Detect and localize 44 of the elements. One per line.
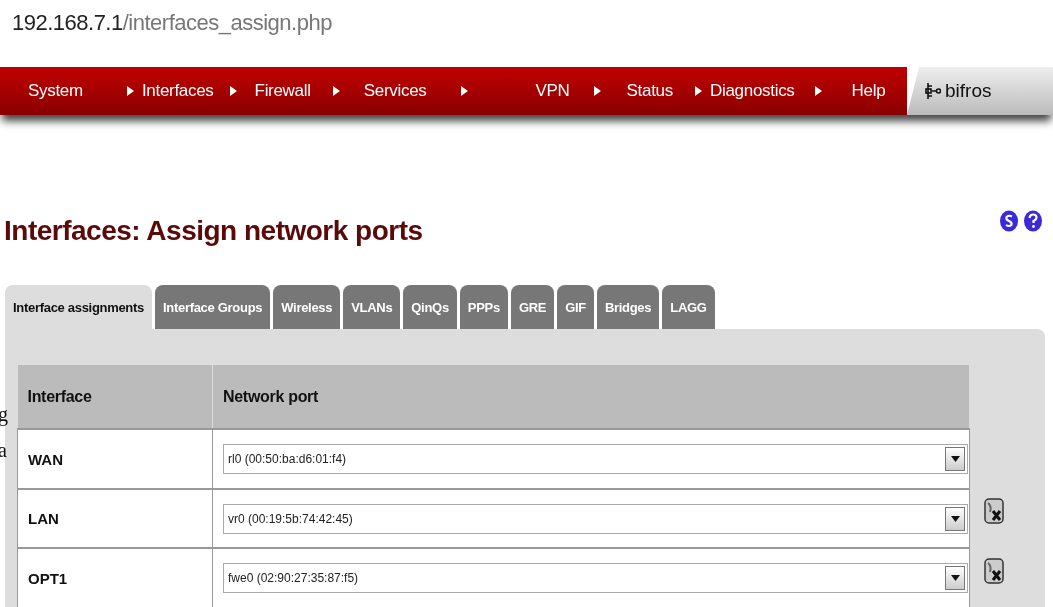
menu-item[interactable]: Help — [851, 81, 886, 101]
menu-item[interactable]: Status — [626, 81, 673, 101]
network-icon — [925, 82, 941, 100]
menu-item[interactable]: VPN — [535, 81, 570, 101]
menu-item[interactable]: Diagnostics — [710, 81, 795, 101]
delete-icon[interactable] — [984, 558, 1004, 584]
tab[interactable]: Wireless — [273, 285, 341, 329]
page-title: Interfaces: Assign network ports — [4, 215, 423, 247]
delete-icon[interactable] — [984, 498, 1004, 524]
address-text[interactable]: 192.168.7.1/interfaces_assign.php — [12, 9, 332, 36]
caret-icon — [695, 86, 702, 96]
tab[interactable]: Interface assignments — [5, 285, 152, 329]
caret-icon — [460, 86, 468, 96]
caret-icon — [229, 86, 237, 96]
tab[interactable]: Bridges — [596, 285, 660, 329]
status-icon[interactable] — [999, 210, 1019, 232]
caret-icon[interactable] — [950, 515, 960, 522]
tab[interactable]: VLANs — [343, 285, 401, 329]
caret-icon — [814, 86, 822, 96]
port-dropdown[interactable]: rl0 (00:50:ba:d6:01:f4) — [223, 444, 968, 475]
tab[interactable]: GRE — [510, 285, 555, 329]
caret-icon — [593, 86, 601, 96]
menu-item[interactable]: Firewall — [254, 81, 311, 101]
port-dropdown[interactable]: vr0 (00:19:5b:74:42:45) — [223, 503, 968, 534]
menu-item[interactable]: Services — [363, 81, 427, 101]
menu-item[interactable]: Interfaces — [141, 81, 214, 101]
tab[interactable]: GIF — [557, 285, 594, 329]
tab[interactable]: QinQs — [403, 285, 457, 329]
menu-item[interactable]: System — [28, 81, 83, 101]
caret-icon — [126, 86, 134, 96]
caret-icon[interactable] — [950, 456, 960, 463]
hostname-text: bifros — [945, 80, 992, 102]
column-header: Interface — [17, 365, 213, 430]
port-dropdown[interactable]: fwe0 (02:90:27:35:87:f5) — [223, 563, 968, 594]
interface-cell: OPT1 — [17, 548, 213, 607]
interface-cell: WAN — [17, 429, 213, 489]
caret-icon — [332, 86, 340, 96]
caret-icon[interactable] — [950, 575, 960, 582]
column-header: Network port — [212, 365, 970, 430]
tab[interactable]: LAGG — [662, 285, 715, 329]
tab[interactable]: PPPs — [459, 285, 508, 329]
help-icon[interactable] — [1023, 210, 1043, 232]
tab[interactable]: Interface Groups — [155, 285, 271, 329]
interface-cell: LAN — [17, 488, 213, 549]
